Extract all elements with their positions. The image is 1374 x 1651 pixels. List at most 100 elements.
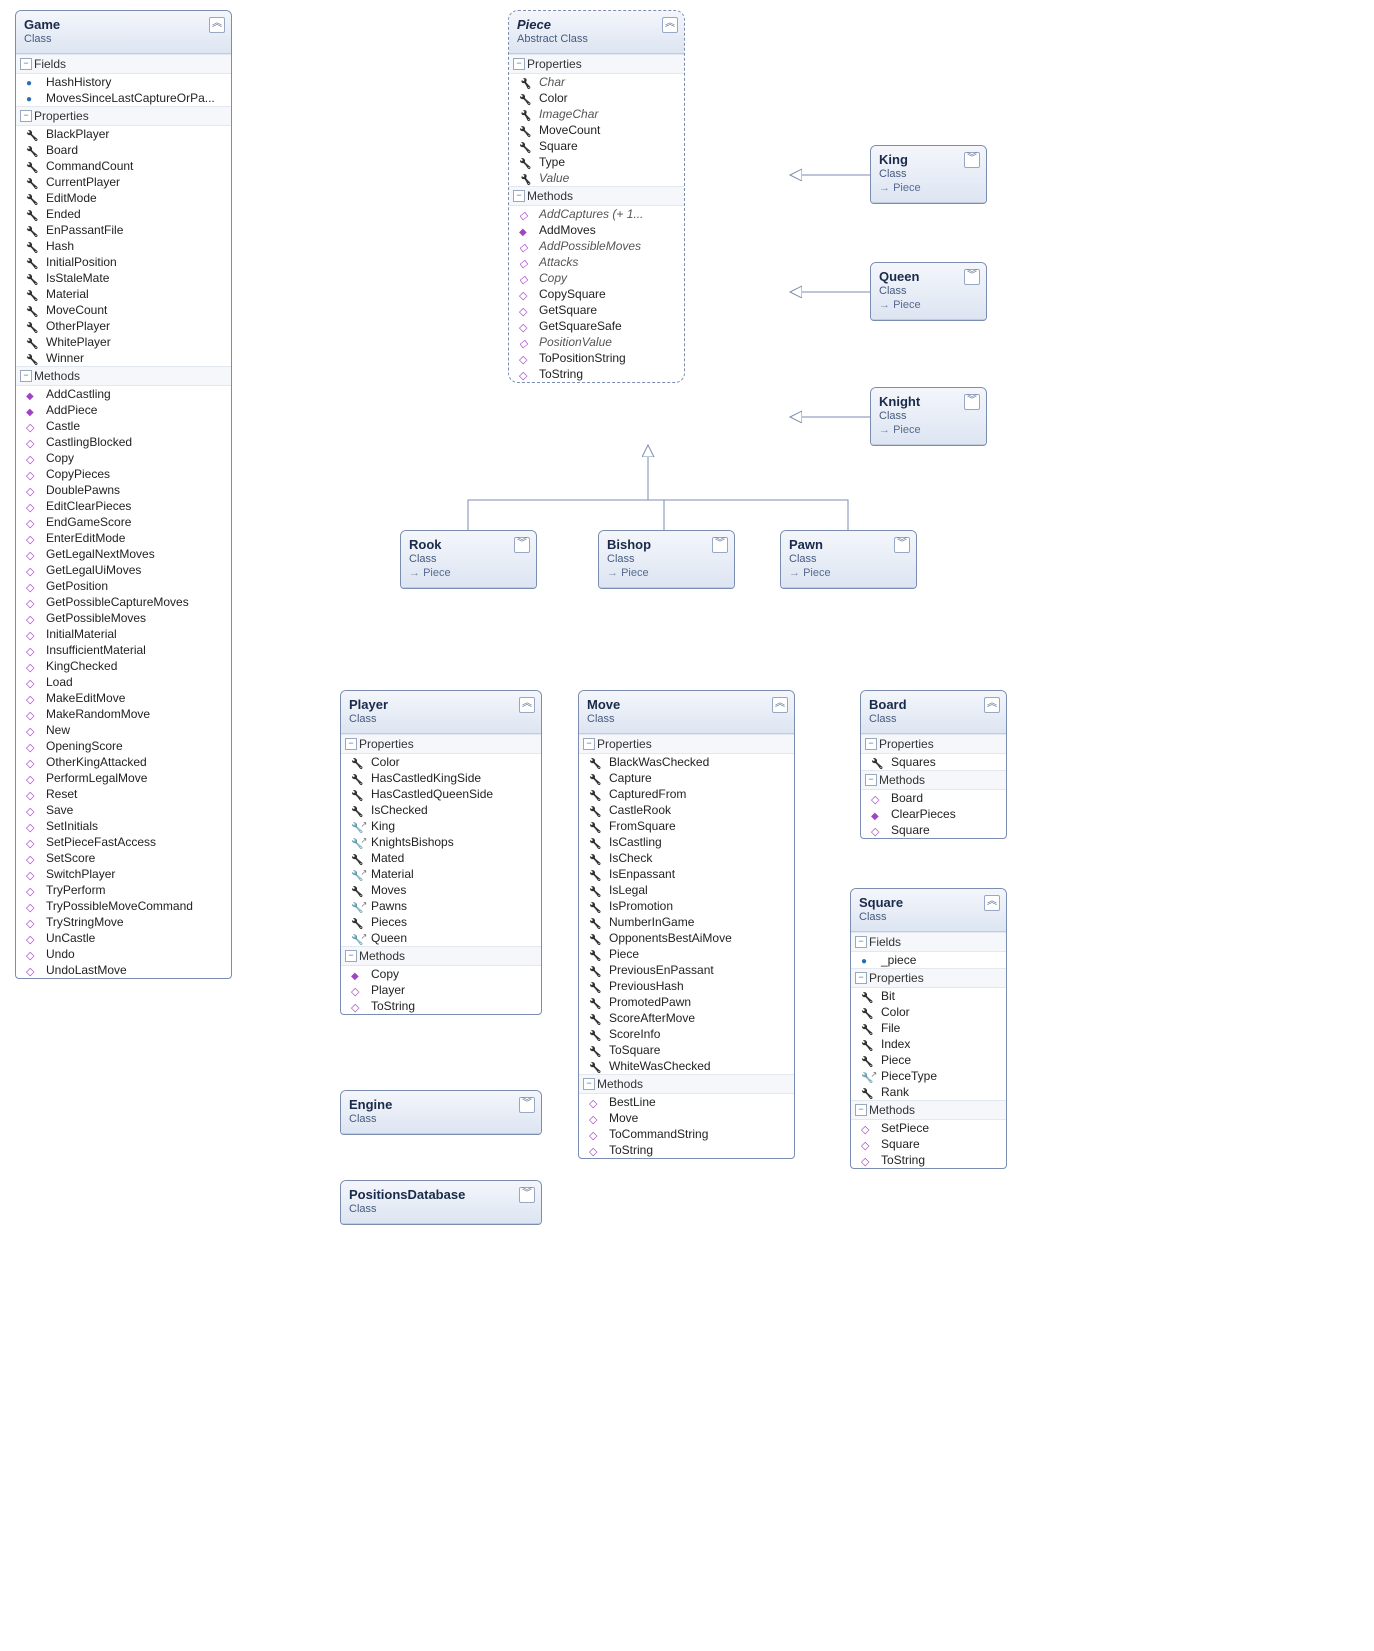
- member-item: TryStringMove: [16, 914, 231, 930]
- member-item: Char: [509, 74, 684, 90]
- prop-icon: [26, 128, 40, 142]
- section-methods[interactable]: −Methods: [851, 1100, 1006, 1120]
- section-properties[interactable]: −Properties: [341, 734, 541, 754]
- section-methods[interactable]: −Methods: [579, 1074, 794, 1094]
- expand-icon[interactable]: ︾: [894, 537, 910, 553]
- class-queen[interactable]: ︾ Queen Class Piece: [870, 262, 987, 321]
- class-bishop[interactable]: ︾ Bishop Class Piece: [598, 530, 735, 589]
- member-item: Index: [851, 1036, 1006, 1052]
- prop-icon: [26, 304, 40, 318]
- member-item: Square: [861, 822, 1006, 838]
- class-square[interactable]: ︽ Square Class −Fields _piece −Propertie…: [850, 888, 1007, 1169]
- prop-icon: [351, 884, 365, 898]
- section-properties[interactable]: −Properties: [861, 734, 1006, 754]
- class-move[interactable]: ︽ Move Class −Properties BlackWasChecked…: [578, 690, 795, 1159]
- section-methods[interactable]: −Methods: [509, 186, 684, 206]
- member-item: ClearPieces: [861, 806, 1006, 822]
- meth-icon: [26, 820, 40, 834]
- class-positionsdatabase[interactable]: ︾ PositionsDatabase Class: [340, 1180, 542, 1225]
- collapse-icon[interactable]: ︽: [772, 697, 788, 713]
- section-properties[interactable]: −Properties: [16, 106, 231, 126]
- section-properties[interactable]: −Properties: [509, 54, 684, 74]
- member-item: Capture: [579, 770, 794, 786]
- section-methods[interactable]: −Methods: [16, 366, 231, 386]
- member-item: MoveCount: [16, 302, 231, 318]
- member-item: WhiteWasChecked: [579, 1058, 794, 1074]
- section-methods[interactable]: −Methods: [341, 946, 541, 966]
- member-item: King: [341, 818, 541, 834]
- prop-icon: [589, 772, 603, 786]
- member-item: PreviousHash: [579, 978, 794, 994]
- class-title: PositionsDatabase: [349, 1187, 533, 1202]
- member-item: IsChecked: [341, 802, 541, 818]
- inherits-label: Piece: [879, 182, 978, 194]
- expand-icon[interactable]: ︾: [712, 537, 728, 553]
- expand-icon[interactable]: ︾: [964, 269, 980, 285]
- class-knight[interactable]: ︾ Knight Class Piece: [870, 387, 987, 446]
- member-item: HashHistory: [16, 74, 231, 90]
- section-fields[interactable]: −Fields: [16, 54, 231, 74]
- member-item: ToString: [509, 366, 684, 382]
- collapse-icon[interactable]: ︽: [662, 17, 678, 33]
- expand-icon[interactable]: ︾: [964, 152, 980, 168]
- meth-s-icon: [519, 224, 533, 238]
- class-piece[interactable]: ︽ Piece Abstract Class −Properties CharC…: [508, 10, 685, 383]
- meth-icon: [589, 1128, 603, 1142]
- member-item: CopySquare: [509, 286, 684, 302]
- class-player[interactable]: ︽ Player Class −Properties ColorHasCastl…: [340, 690, 542, 1015]
- section-fields[interactable]: −Fields: [851, 932, 1006, 952]
- meth-icon: [26, 948, 40, 962]
- member-item: Material: [16, 286, 231, 302]
- member-item: Player: [341, 982, 541, 998]
- member-item: IsCastling: [579, 834, 794, 850]
- member-item: IsLegal: [579, 882, 794, 898]
- member-item: HasCastledQueenSide: [341, 786, 541, 802]
- prop-icon: [589, 1028, 603, 1042]
- prop-icon: [519, 108, 533, 122]
- prop-icon: [861, 990, 875, 1004]
- collapse-icon[interactable]: ︽: [984, 697, 1000, 713]
- prop-icon: [26, 240, 40, 254]
- class-pawn[interactable]: ︾ Pawn Class Piece: [780, 530, 917, 589]
- collapse-icon[interactable]: ︽: [984, 895, 1000, 911]
- class-game[interactable]: ︽ Game Class −Fields HashHistoryMovesSin…: [15, 10, 232, 979]
- class-king[interactable]: ︾ King Class Piece: [870, 145, 987, 204]
- member-item: KnightsBishops: [341, 834, 541, 850]
- class-rook[interactable]: ︾ Rook Class Piece: [400, 530, 537, 589]
- collapse-icon[interactable]: ︽: [519, 697, 535, 713]
- expand-icon[interactable]: ︾: [514, 537, 530, 553]
- member-item: GetSquareSafe: [509, 318, 684, 334]
- meth-icon: [26, 692, 40, 706]
- prop-icon: [26, 256, 40, 270]
- meth-icon: [351, 1000, 365, 1014]
- expand-icon[interactable]: ︾: [519, 1187, 535, 1203]
- class-engine[interactable]: ︾ Engine Class: [340, 1090, 542, 1135]
- member-item: GetSquare: [509, 302, 684, 318]
- member-item: Squares: [861, 754, 1006, 770]
- section-properties[interactable]: −Properties: [851, 968, 1006, 988]
- member-item: Moves: [341, 882, 541, 898]
- section-methods[interactable]: −Methods: [861, 770, 1006, 790]
- meth-icon: [26, 468, 40, 482]
- member-item: OtherPlayer: [16, 318, 231, 334]
- meth-icon: [26, 740, 40, 754]
- collapse-icon[interactable]: ︽: [209, 17, 225, 33]
- prop-icon: [589, 884, 603, 898]
- member-item: ToString: [851, 1152, 1006, 1168]
- prop-icon: [351, 772, 365, 786]
- member-item: Board: [861, 790, 1006, 806]
- expand-icon[interactable]: ︾: [964, 394, 980, 410]
- member-item: Queen: [341, 930, 541, 946]
- meth-icon: [26, 724, 40, 738]
- section-properties[interactable]: −Properties: [579, 734, 794, 754]
- meth-icon: [861, 1122, 875, 1136]
- expand-icon[interactable]: ︾: [519, 1097, 535, 1113]
- meth-icon: [26, 628, 40, 642]
- member-item: Winner: [16, 350, 231, 366]
- class-board[interactable]: ︽ Board Class −Properties Squares −Metho…: [860, 690, 1007, 839]
- meth-icon: [519, 368, 533, 382]
- meth-s-icon: [351, 968, 365, 982]
- prop-ext-icon: [861, 1070, 875, 1084]
- member-item: ToString: [341, 998, 541, 1014]
- member-item: BestLine: [579, 1094, 794, 1110]
